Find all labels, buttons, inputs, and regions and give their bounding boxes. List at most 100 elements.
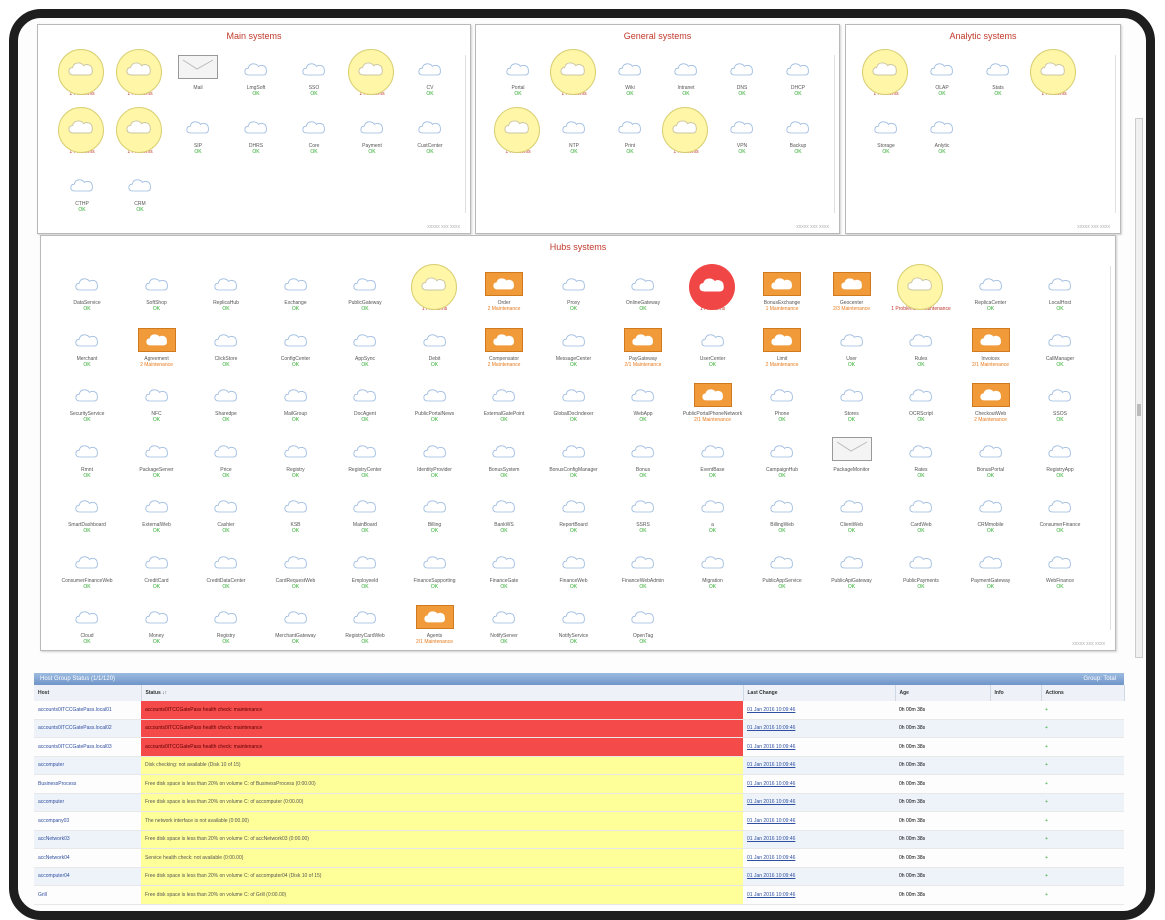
service-tile[interactable]: CV OK [396, 51, 464, 97]
service-tile[interactable]: UserCenter OK [679, 322, 747, 368]
service-tile[interactable]: RegistryCenter OK [331, 433, 399, 479]
scrollbar-thumb[interactable] [1137, 404, 1141, 416]
service-tile[interactable]: Rates OK [887, 433, 955, 479]
service-tile[interactable]: ExternalWeb OK [123, 488, 191, 534]
service-tile[interactable]: Merchant OK [53, 322, 121, 368]
service-tile[interactable]: CRM OK [106, 167, 174, 213]
service-tile[interactable]: Compensator 2 Maintenance [470, 322, 538, 368]
action-icon[interactable]: + [1041, 811, 1124, 831]
service-tile[interactable]: ConsumerFinanceWeb OK [53, 544, 121, 590]
column-header-actions[interactable]: Actions [1041, 685, 1125, 701]
service-tile[interactable]: BillingWeb OK [748, 488, 816, 534]
service-tile[interactable]: Sharedpe OK [192, 377, 260, 423]
service-tile[interactable]: CardWeb OK [887, 488, 955, 534]
service-tile[interactable]: CheckoutWeb 2 Maintenance [957, 377, 1025, 423]
service-tile[interactable]: GlobalDocIndexer OK [540, 377, 608, 423]
host-link[interactable]: accomputer [34, 793, 141, 812]
service-tile[interactable]: BankWS OK [470, 488, 538, 534]
vertical-scrollbar[interactable] [1135, 118, 1143, 658]
service-tile[interactable]: StoreHub1 Problems [679, 264, 747, 312]
service-tile[interactable]: SecurityService OK [53, 377, 121, 423]
host-link[interactable]: accounts0ITCCGatePass.local02 [34, 719, 141, 738]
last-change-link[interactable]: 01 Jan 2016 10:09:46 [743, 756, 895, 775]
host-link[interactable]: accompany03 [34, 811, 141, 831]
service-tile[interactable]: BonusConfigManager OK [540, 433, 608, 479]
service-tile[interactable]: ConsumerFinance OK [1026, 488, 1094, 534]
service-tile[interactable]: ConfigCenter OK [262, 322, 330, 368]
service-tile[interactable]: Agreement 2 Maintenance [123, 322, 191, 368]
service-tile[interactable]: Stage1 Problems 2 Maintenance [887, 264, 955, 312]
service-tile[interactable]: PaymentGateway OK [957, 544, 1025, 590]
service-tile[interactable]: DHCP OK [764, 51, 832, 97]
service-tile[interactable]: RegistryCardWeb OK [331, 599, 399, 645]
host-link[interactable]: BusinessProcess [34, 774, 141, 794]
host-link[interactable]: accNetwork04 [34, 848, 141, 868]
service-tile[interactable]: MainBoard OK [331, 488, 399, 534]
table-row[interactable]: accomputer Disk checking: not available (… [34, 756, 1124, 775]
service-tile[interactable]: Reports1 Problems [1020, 49, 1088, 97]
service-tile[interactable]: PublicGateway OK [331, 266, 399, 312]
service-tile[interactable]: Limit 2 Maintenance [748, 322, 816, 368]
service-tile[interactable]: ReportBoard OK [540, 488, 608, 534]
host-link[interactable]: accounts0ITCCGatePass.local03 [34, 737, 141, 757]
service-tile[interactable]: CreditDataCenter OK [192, 544, 260, 590]
service-tile[interactable]: FinanceWeb OK [540, 544, 608, 590]
column-header-host[interactable]: Host [34, 685, 142, 701]
table-row[interactable]: accounts0ITCCGatePass.local01 accounts0IT… [34, 701, 1124, 720]
service-tile[interactable]: Debit OK [401, 322, 469, 368]
service-tile[interactable]: Proxy OK [540, 266, 608, 312]
service-tile[interactable]: PublicApiGateway OK [818, 544, 886, 590]
action-icon[interactable]: + [1041, 848, 1124, 868]
service-tile[interactable]: PackageServer OK [123, 433, 191, 479]
last-change-link[interactable]: 01 Jan 2016 10:09:46 [743, 830, 895, 849]
service-tile[interactable]: WebFinance OK [1026, 544, 1094, 590]
host-link[interactable]: accounts0ITCCGatePass.local01 [34, 701, 141, 720]
host-link[interactable]: Grill [34, 885, 141, 905]
service-tile[interactable]: Geocenter 2/3 Maintenance [818, 266, 886, 312]
service-tile[interactable]: GR1 Problems [401, 264, 469, 312]
service-tile[interactable]: Cashier OK [192, 488, 260, 534]
service-tile[interactable]: ReplicaCenter OK [957, 266, 1025, 312]
last-change-link[interactable]: 01 Jan 2016 10:09:46 [743, 701, 895, 720]
service-tile[interactable]: OCRScript OK [887, 377, 955, 423]
service-tile[interactable]: IdentityProvider OK [401, 433, 469, 479]
column-header-age[interactable]: Age [895, 685, 991, 701]
table-row[interactable]: accompany03 The network interface is not … [34, 811, 1124, 831]
service-tile[interactable]: Stores OK [818, 377, 886, 423]
last-change-link[interactable]: 01 Jan 2016 10:09:46 [743, 774, 895, 794]
service-tile[interactable]: SoftShop OK [123, 266, 191, 312]
service-tile[interactable]: EmployeeId OK [331, 544, 399, 590]
service-tile[interactable]: CallManager OK [1026, 322, 1094, 368]
service-tile[interactable]: Migration OK [679, 544, 747, 590]
service-tile[interactable]: Exchange OK [262, 266, 330, 312]
service-tile[interactable]: RegistryApp OK [1026, 433, 1094, 479]
last-change-link[interactable]: 01 Jan 2016 10:09:46 [743, 793, 895, 812]
service-tile[interactable]: BonusPortal OK [957, 433, 1025, 479]
service-tile[interactable]: OnlineGateway OK [609, 266, 677, 312]
service-tile[interactable]: User OK [818, 322, 886, 368]
table-row[interactable]: accomputer Free disk space is less than 2… [34, 793, 1124, 812]
column-header-info[interactable]: Info [990, 685, 1042, 701]
service-tile[interactable]: ReplicaHub OK [192, 266, 260, 312]
table-row[interactable]: accomputer04 Free disk space is less than… [34, 867, 1124, 886]
last-change-link[interactable]: 01 Jan 2016 10:09:46 [743, 737, 895, 757]
table-row[interactable]: BusinessProcess Free disk space is less t… [34, 774, 1124, 794]
column-header-last-change[interactable]: Last Change [743, 685, 896, 701]
service-tile[interactable]: AppSync OK [331, 322, 399, 368]
service-tile[interactable]: BonusSystem OK [470, 433, 538, 479]
service-tile[interactable]: CRMmobile OK [957, 488, 1025, 534]
table-row[interactable]: Grill Free disk space is less than 20% on… [34, 885, 1124, 905]
service-tile[interactable]: CreditCard OK [123, 544, 191, 590]
service-tile[interactable]: SSOS OK [1026, 377, 1094, 423]
service-tile[interactable]: EventBase OK [679, 433, 747, 479]
table-row[interactable]: accounts0ITCCGatePass.local02 accounts0IT… [34, 719, 1124, 738]
service-tile[interactable]: Bonus OK [609, 433, 677, 479]
service-tile[interactable]: ClientWeb OK [818, 488, 886, 534]
service-tile[interactable]: Order 2 Maintenance [470, 266, 538, 312]
action-icon[interactable]: + [1041, 756, 1124, 775]
table-row[interactable]: accounts0ITCCGatePass.local03 accounts0IT… [34, 737, 1124, 757]
action-icon[interactable]: + [1041, 793, 1124, 812]
service-tile[interactable]: PublicPayments OK [887, 544, 955, 590]
service-tile[interactable]: Rules OK [887, 322, 955, 368]
last-change-link[interactable]: 01 Jan 2016 10:09:46 [743, 848, 895, 868]
